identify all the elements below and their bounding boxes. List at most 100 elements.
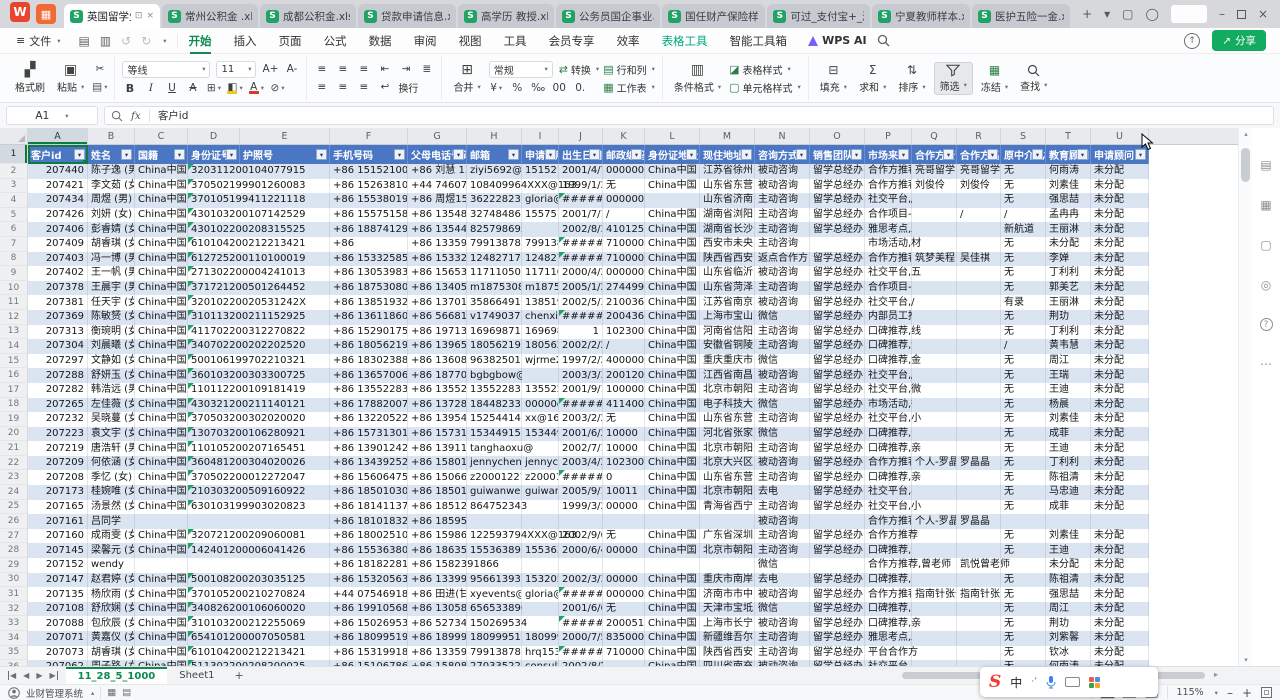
next-sheet-icon[interactable]: ▶ (36, 671, 42, 680)
spreadsheet-grid[interactable]: ABCDEFGHIJKLMNOPQRSTU1客户id▾姓名▾国籍▾身份证号▾护照… (0, 128, 1238, 666)
cell-U32[interactable]: 未分配 (1091, 602, 1149, 617)
cell-H32[interactable]: 656533896 (467, 602, 522, 617)
filter-header-cell-D1[interactable]: 身份证号▾ (188, 145, 240, 164)
cell-O17[interactable]: 留学总经办 (810, 383, 865, 398)
add-sheet-button[interactable]: + (227, 669, 252, 682)
cell-Q24[interactable] (912, 485, 957, 500)
cell-O29[interactable] (810, 558, 865, 573)
cell-F35[interactable]: +86 15319918 (330, 646, 408, 661)
menu-tab-10[interactable]: 效率 (606, 29, 651, 53)
cell-A16[interactable]: 207288 (28, 368, 88, 383)
cell-G15[interactable]: +86 1360831276 (408, 354, 467, 369)
cell-I19[interactable]: xx@163.co (522, 412, 559, 427)
cell-M11[interactable]: 江苏省南京 (700, 295, 755, 310)
cell-C21[interactable]: China中国 (135, 441, 188, 456)
cell-D24[interactable]: 210303200509160922 (188, 485, 330, 500)
home-button[interactable]: ▦ (36, 4, 56, 24)
cell-B34[interactable]: 黄嘉仪 (女 (88, 631, 135, 646)
cell-M26[interactable] (700, 514, 755, 529)
wrap-text-label[interactable]: 换行 (398, 80, 418, 95)
row-header-18[interactable]: 18 (0, 398, 28, 413)
menu-tab-7[interactable]: 视图 (448, 29, 493, 53)
cell-B7[interactable]: 胡睿琪 (女 (88, 237, 135, 252)
cell-C17[interactable]: China中国 (135, 383, 188, 398)
cell-U13[interactable]: 未分配 (1091, 325, 1149, 340)
cell-U30[interactable]: 未分配 (1091, 573, 1149, 588)
cell-Q27[interactable] (912, 529, 957, 544)
col-header-S[interactable]: S (1001, 128, 1046, 145)
col-header-L[interactable]: L (645, 128, 700, 145)
cell-N15[interactable]: 微信 (755, 354, 810, 369)
cell-N12[interactable]: 微信 (755, 310, 810, 325)
cell-R10[interactable] (957, 281, 1001, 296)
file-tab-7[interactable]: S国任财产保险样本.x (662, 4, 765, 28)
cell-S8[interactable]: 无 (1001, 252, 1046, 267)
cell-B25[interactable]: 汤景然 (女 (88, 500, 135, 515)
percent-button[interactable]: % (510, 81, 525, 96)
prev-sheet-icon[interactable]: ◀ (23, 671, 29, 680)
cell-J13[interactable]: 1 (559, 325, 603, 340)
cell-M27[interactable]: 广东省深圳 (700, 529, 755, 544)
cell-Q33[interactable] (912, 616, 957, 631)
tab-close-icon[interactable]: × (146, 11, 154, 21)
cell-D34[interactable]: 654101200007050581 (188, 631, 330, 646)
col-header-M[interactable]: M (700, 128, 755, 145)
cell-F32[interactable]: +86 19910568 (330, 602, 408, 617)
cell-N21[interactable]: 主动咨询 (755, 441, 810, 456)
cell-N23[interactable]: 主动咨询 (755, 470, 810, 485)
cell-H12[interactable]: v1749037 (467, 310, 522, 325)
cell-N19[interactable]: 主动咨询 (755, 412, 810, 427)
cell-O3[interactable]: 留学总经办 (810, 179, 865, 194)
cell-L6[interactable]: China中国 (645, 222, 700, 237)
cell-M12[interactable]: 上海市宝山 (700, 310, 755, 325)
increase-decimal-button[interactable]: 00 (552, 81, 567, 96)
cell-R16[interactable] (957, 368, 1001, 383)
cell-Q15[interactable] (912, 354, 957, 369)
cell-B29[interactable]: wendy (88, 558, 135, 573)
cell-J14[interactable]: 2002/2/20 (559, 339, 603, 354)
cell-T21[interactable]: 王迪 (1046, 441, 1091, 456)
cell-M3[interactable]: 山东省东营 (700, 179, 755, 194)
cell-M18[interactable]: 电子科技大 (700, 398, 755, 413)
cell-J26[interactable] (559, 514, 603, 529)
cell-F30[interactable]: +86 15320563 (330, 573, 408, 588)
cell-P23[interactable]: 口碑推荐,亲 (865, 470, 912, 485)
cell-Q25[interactable] (912, 500, 957, 515)
login-area[interactable] (1171, 5, 1207, 23)
cell-L3[interactable]: China中国 (645, 179, 700, 194)
cell-L21[interactable]: China中国 (645, 441, 700, 456)
cell-D18[interactable]: 430321200211140121 (188, 398, 330, 413)
cell-C28[interactable]: China中国 (135, 543, 188, 558)
cell-J11[interactable]: 2002/5/31 (559, 295, 603, 310)
sidebar-icon-4[interactable]: ◎ (1261, 278, 1271, 292)
cell-G13[interactable]: +86 1971300890 (408, 325, 467, 340)
cell-F22[interactable]: +86 13439252 (330, 456, 408, 471)
cell-F17[interactable]: +86 13552283 (330, 383, 408, 398)
cell-U18[interactable]: 未分配 (1091, 398, 1149, 413)
cell-F9[interactable]: +86 13053983 (330, 266, 408, 281)
filter-header-cell-Q1[interactable]: 合作方公司▾ (912, 145, 957, 164)
borders-button[interactable]: ⊞▾ (206, 81, 221, 96)
cell-P9[interactable]: 社交平台,五 (865, 266, 912, 281)
col-header-N[interactable]: N (755, 128, 810, 145)
cell-F11[interactable]: +86 13851932 (330, 295, 408, 310)
row-header-27[interactable]: 27 (0, 529, 28, 544)
first-sheet-icon[interactable]: ◀ (8, 671, 16, 680)
cell-T15[interactable]: 周江 (1046, 354, 1091, 369)
cell-A17[interactable]: 207282 (28, 383, 88, 398)
cell-M32[interactable]: 天津市宝坻 (700, 602, 755, 617)
cell-T9[interactable]: 丁利利 (1046, 266, 1091, 281)
cell-B5[interactable]: 刘妍 (女) (88, 208, 135, 223)
ime-logo[interactable]: S (989, 672, 1001, 692)
col-header-K[interactable]: K (603, 128, 645, 145)
cell-O5[interactable]: 留学总经办 (810, 208, 865, 223)
cell-U8[interactable]: 未分配 (1091, 252, 1149, 267)
cell-B16[interactable]: 舒妍玉 (女 (88, 368, 135, 383)
cell-Q5[interactable] (912, 208, 957, 223)
cell-R19[interactable] (957, 412, 1001, 427)
cell-T22[interactable]: 丁利利 (1046, 456, 1091, 471)
cell-F24[interactable]: +86 18501030 (330, 485, 408, 500)
cell-F33[interactable]: +86 15026953 (330, 616, 408, 631)
cell-C12[interactable]: China中国 (135, 310, 188, 325)
cell-J25[interactable]: 1999/3/2 (559, 500, 603, 515)
